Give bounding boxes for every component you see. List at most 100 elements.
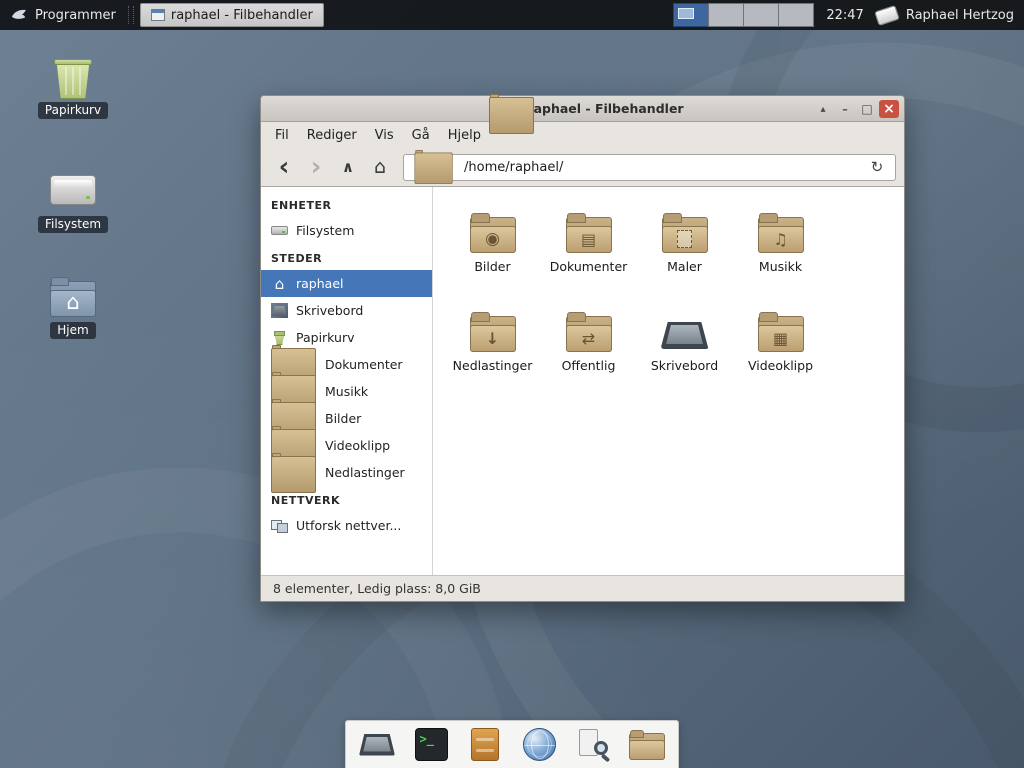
user-name: Raphael Hertzog — [906, 8, 1014, 23]
workspace-switcher — [674, 0, 814, 30]
workspace-3[interactable] — [743, 3, 779, 27]
back-button[interactable] — [269, 153, 299, 181]
close-button[interactable] — [879, 100, 899, 118]
workspace-2[interactable] — [708, 3, 744, 27]
drive-icon — [50, 175, 96, 205]
file-manager-window: raphael - Filbehandler FilRedigerVisGåHj… — [260, 95, 905, 602]
window-controls — [811, 100, 899, 118]
panel-right: 22:47 Raphael Hertzog — [674, 0, 1024, 30]
file-manager-icon — [629, 730, 665, 760]
path-folder-icon — [414, 150, 453, 184]
menu-rediger[interactable]: Rediger — [299, 125, 365, 146]
top-panel: Programmer raphael - Filbehandler 22:47 … — [0, 0, 1024, 30]
file-view[interactable]: ◉Bilder▤DokumenterMaler♫Musikk ↓Nedlastin… — [433, 187, 904, 575]
folder-icon — [271, 453, 317, 493]
browser-icon — [523, 728, 556, 761]
video-emblem-icon: ▦ — [758, 324, 804, 352]
trash-icon — [271, 330, 288, 345]
menu-hjelp[interactable]: Hjelp — [440, 125, 489, 146]
blank-emblem-icon — [662, 225, 708, 253]
file-bilder[interactable]: ◉Bilder — [445, 201, 540, 300]
user-menu[interactable]: Raphael Hertzog — [876, 8, 1014, 23]
forward-button[interactable] — [301, 153, 331, 181]
music-emblem-icon: ♫ — [758, 225, 804, 253]
window-title-icon — [489, 94, 535, 134]
workspace-1[interactable] — [673, 3, 709, 27]
file-musikk[interactable]: ♫Musikk — [733, 201, 828, 300]
titlebar[interactable]: raphael - Filbehandler — [261, 96, 904, 122]
dock-file-cabinet[interactable] — [466, 725, 504, 765]
menu-vis[interactable]: Vis — [367, 125, 402, 146]
menubar: FilRedigerVisGåHjelp — [261, 122, 904, 148]
path-text: /home/raphael/ — [464, 160, 859, 175]
applications-menu-label: Programmer — [35, 8, 116, 23]
document-emblem-icon: ▤ — [566, 225, 612, 253]
maximize-button[interactable] — [857, 100, 877, 118]
sidebar: ENHETERFilsystemSTEDERraphaelSkrivebordP… — [261, 187, 433, 575]
search-icon — [576, 728, 610, 762]
sidebar-item-utforsk-nettver[interactable]: Utforsk nettver... — [261, 512, 432, 539]
camera-emblem-icon: ◉ — [470, 225, 516, 253]
show-desktop-icon — [359, 730, 395, 760]
file-grid: ◉Bilder▤DokumenterMaler♫Musikk ↓Nedlastin… — [445, 201, 904, 399]
workspace-4[interactable] — [778, 3, 814, 27]
shade-button[interactable] — [813, 100, 833, 118]
panel-separator — [128, 6, 134, 24]
applications-menu[interactable]: Programmer — [0, 0, 126, 30]
home-button[interactable] — [365, 153, 395, 181]
folder-icon — [662, 213, 708, 253]
folder-icon: ▤ — [566, 213, 612, 253]
trash-icon — [54, 55, 92, 99]
dock-terminal[interactable]: >_ — [412, 725, 450, 765]
sidebar-item-raphael[interactable]: raphael — [261, 270, 432, 297]
desktop-icon — [661, 312, 709, 352]
task-window-icon — [151, 9, 165, 21]
desktop-icon-filsystem[interactable]: Filsystem — [18, 165, 128, 233]
sidebar-item-skrivebord[interactable]: Skrivebord — [261, 297, 432, 324]
sidebar-header-enheter: ENHETER — [261, 191, 432, 217]
dock-show-desktop[interactable] — [358, 725, 396, 765]
user-icon — [874, 4, 900, 25]
file-maler[interactable]: Maler — [637, 201, 732, 300]
download-emblem-icon: ↓ — [470, 324, 516, 352]
file-offentlig[interactable]: ⇄Offentlig — [541, 300, 636, 399]
file-skrivebord[interactable]: Skrivebord — [637, 300, 732, 399]
folder-icon: ↓ — [470, 312, 516, 352]
file-cabinet-icon — [471, 728, 499, 761]
sidebar-item-filsystem[interactable]: Filsystem — [261, 217, 432, 244]
reload-button[interactable] — [866, 158, 888, 176]
applications-menu-icon — [10, 7, 28, 23]
dock-search[interactable] — [574, 725, 612, 765]
menu-g[interactable]: Gå — [404, 125, 438, 146]
desktop: Papirkurv Filsystem ⌂Hjem Programmer rapha… — [0, 0, 1024, 768]
path-bar[interactable]: /home/raphael/ — [403, 154, 896, 181]
dock-browser[interactable] — [520, 725, 558, 765]
toolbar: /home/raphael/ — [261, 148, 904, 186]
sidebar-item-nedlastinger[interactable]: Nedlastinger — [261, 459, 432, 486]
sidebar-header-steder: STEDER — [261, 244, 432, 270]
window-content: ENHETERFilsystemSTEDERraphaelSkrivebordP… — [261, 186, 904, 575]
home-icon — [271, 276, 288, 291]
statusbar: 8 elementer, Ledig plass: 8,0 GiB — [261, 575, 904, 601]
network-icon — [271, 518, 288, 533]
share-emblem-icon: ⇄ — [566, 324, 612, 352]
up-button[interactable] — [333, 153, 363, 181]
file-videoklipp[interactable]: ▦Videoklipp — [733, 300, 828, 399]
file-nedlastinger[interactable]: ↓Nedlastinger — [445, 300, 540, 399]
home-folder-icon: ⌂ — [50, 277, 96, 317]
window-title: raphael - Filbehandler — [527, 101, 683, 116]
folder-icon: ◉ — [470, 213, 516, 253]
desktop-icon-papirkurv[interactable]: Papirkurv — [18, 55, 128, 119]
dock-file-manager[interactable] — [628, 725, 666, 765]
menu-fil[interactable]: Fil — [267, 125, 297, 146]
folder-icon: ♫ — [758, 213, 804, 253]
file-dokumenter[interactable]: ▤Dokumenter — [541, 201, 636, 300]
clock[interactable]: 22:47 — [826, 8, 863, 23]
folder-icon: ⇄ — [566, 312, 612, 352]
folder-icon: ▦ — [758, 312, 804, 352]
minimize-button[interactable] — [835, 100, 855, 118]
desktop-icon-hjem[interactable]: ⌂Hjem — [18, 275, 128, 339]
drive-icon — [271, 223, 288, 238]
taskbar-button[interactable]: raphael - Filbehandler — [140, 3, 324, 27]
home-emblem-icon: ⌂ — [50, 286, 96, 317]
